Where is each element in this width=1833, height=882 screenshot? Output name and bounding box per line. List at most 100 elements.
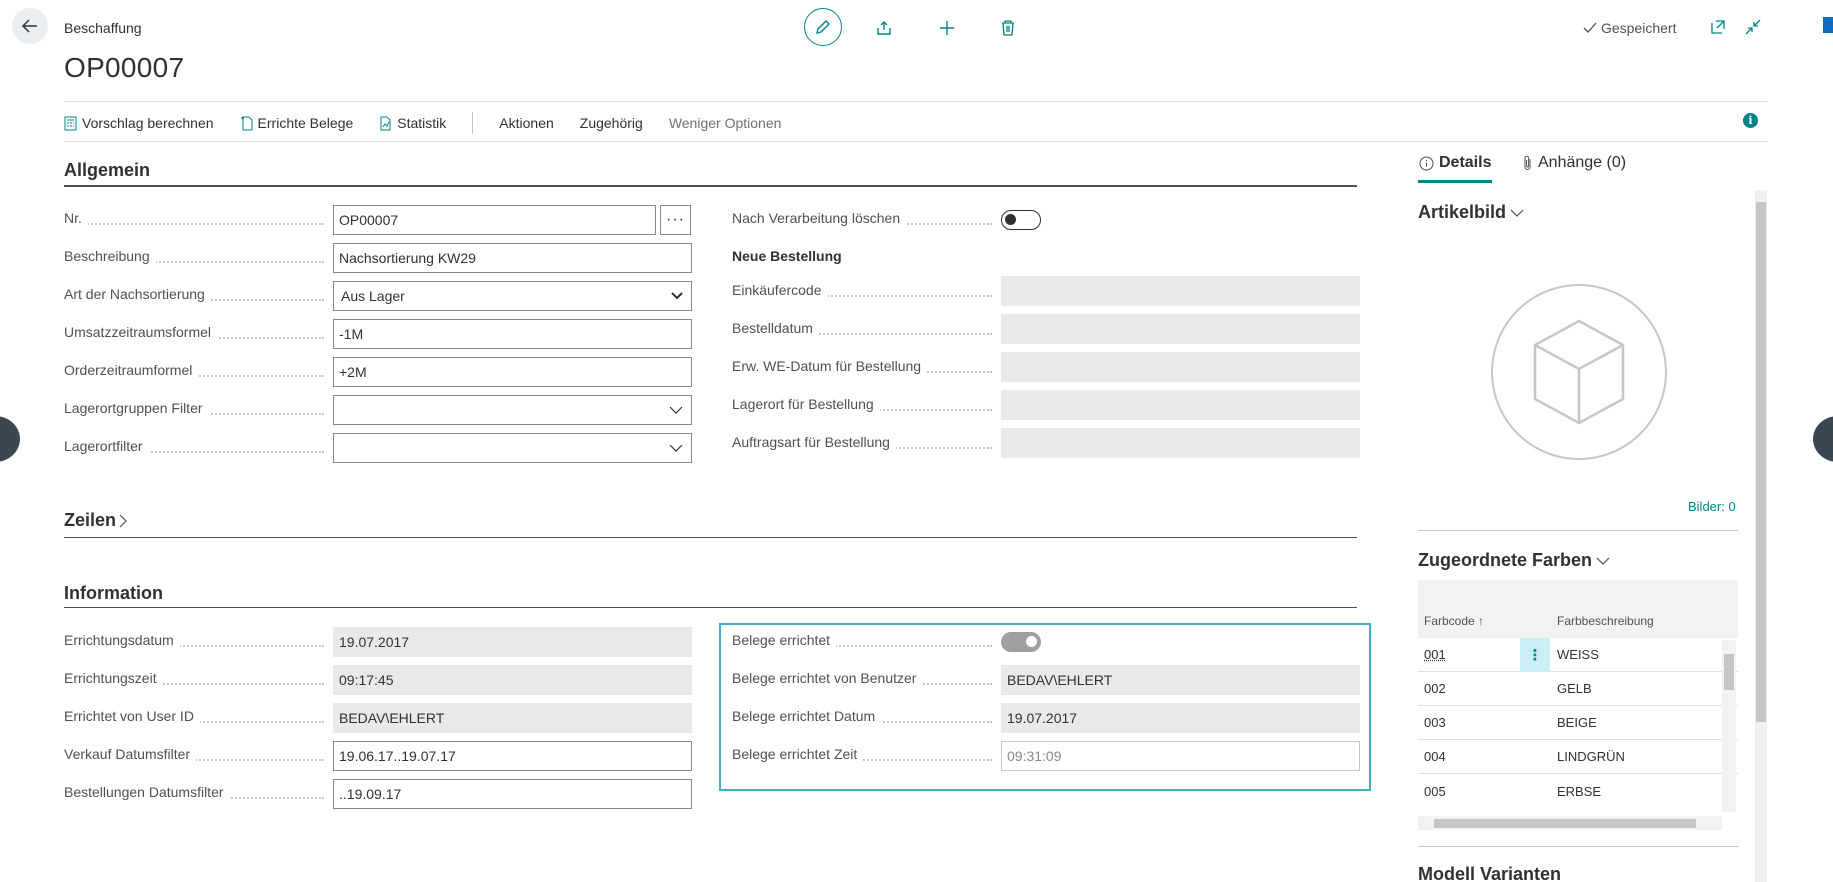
column-header-farbcode[interactable]: Farbcode ↑ <box>1418 614 1552 628</box>
label-errichtet-von: Errichtet von User ID <box>64 708 330 728</box>
grid-header: Farbcode ↑ Farbbeschreibung <box>1418 580 1738 638</box>
belege-zeit-field: 09:31:09 <box>1001 741 1360 771</box>
share-icon <box>877 21 891 35</box>
label-orderzeitraum: Orderzeitraumformel <box>64 362 330 382</box>
we-datum-field <box>1001 352 1360 382</box>
info-icon[interactable]: i <box>1743 113 1758 128</box>
cell-farbcode[interactable]: 005 <box>1418 784 1552 799</box>
cell-farbcode[interactable]: 002 <box>1418 681 1552 696</box>
orderzeitraum-input[interactable]: +2M <box>333 357 692 387</box>
farben-grid: Farbcode ↑ Farbbeschreibung 001 ⋮ WEISS … <box>1418 580 1738 808</box>
pencil-icon <box>816 20 830 34</box>
menu-actions[interactable]: Aktionen <box>499 115 553 131</box>
umsatzzeitraum-input[interactable]: -1M <box>333 319 692 349</box>
cell-farbcode[interactable]: 003 <box>1418 715 1552 730</box>
new-button[interactable] <box>929 10 965 46</box>
row-menu-button[interactable]: ⋮ <box>1520 638 1550 672</box>
errichtungsdatum-field: 19.07.2017 <box>333 627 692 657</box>
toolbar-top-divider <box>64 101 1768 102</box>
tab-details[interactable]: Details <box>1419 154 1491 172</box>
trash-icon <box>1002 20 1014 36</box>
tab-details-label: Details <box>1439 154 1492 171</box>
chevron-down-icon <box>671 292 683 300</box>
page-title: OP00007 <box>64 52 185 83</box>
label-errichtungsdatum: Errichtungsdatum <box>64 632 330 652</box>
beschreibung-input[interactable]: Nachsortierung KW29 <box>333 243 692 273</box>
menu-related[interactable]: Zugehörig <box>580 115 643 131</box>
paperclip-icon <box>1524 155 1531 170</box>
verkauf-datumsfilter-input[interactable]: 19.06.17..19.07.17 <box>333 741 692 771</box>
neue-bestellung-heading: Neue Bestellung <box>732 248 842 264</box>
table-row[interactable]: 002 GELB <box>1418 672 1738 706</box>
section-title-allgemein[interactable]: Allgemein <box>64 160 150 181</box>
collapse-icon <box>1745 19 1761 35</box>
chevron-down-icon <box>1596 557 1610 565</box>
plus-icon <box>940 21 954 35</box>
table-row[interactable]: 003 BEIGE <box>1418 706 1738 740</box>
section-title-zeilen[interactable]: Zeilen <box>64 510 128 531</box>
lagerortfilter-select[interactable] <box>333 433 692 463</box>
section-divider-zeilen <box>64 537 1357 538</box>
factbox-divider <box>1418 846 1738 847</box>
nr-input[interactable]: OP00007 <box>333 205 656 235</box>
next-record-button[interactable] <box>1813 416 1833 462</box>
cell-farbcode[interactable]: 004 <box>1418 749 1552 764</box>
label-belege-datum: Belege errichtet Datum <box>732 708 998 728</box>
bestellungen-datumsfilter-input[interactable]: ..19.09.17 <box>333 779 692 809</box>
tab-attachments[interactable]: Anhänge (0) <box>1523 154 1626 172</box>
delete-button[interactable] <box>990 10 1026 46</box>
tab-attachments-label: Anhänge (0) <box>1538 154 1627 171</box>
column-header-farbbeschreibung[interactable]: Farbbeschreibung <box>1552 614 1654 628</box>
factbox-divider <box>1418 530 1738 531</box>
label-art-nachsortierung: Art der Nachsortierung <box>64 286 330 306</box>
edit-button[interactable] <box>804 8 842 46</box>
grid-vertical-scroll-thumb[interactable] <box>1724 654 1734 690</box>
chevron-down-icon <box>1510 209 1524 217</box>
artikelbild-title[interactable]: Artikelbild <box>1418 202 1524 223</box>
bilder-count[interactable]: Bilder: 0 <box>1688 499 1736 514</box>
table-row[interactable]: 001 ⋮ WEISS <box>1418 638 1738 672</box>
label-bestellungen-datumsfilter: Bestellungen Datumsfilter <box>64 784 330 804</box>
chevron-down-icon <box>669 406 683 414</box>
create-documents-button[interactable]: Errichte Belege <box>240 115 354 131</box>
previous-record-button[interactable] <box>0 416 20 462</box>
nach-verarbeitung-toggle[interactable] <box>1001 210 1041 230</box>
section-title-information[interactable]: Information <box>64 583 163 604</box>
open-new-window-button[interactable] <box>1700 9 1736 45</box>
toolbar-separator <box>472 112 474 134</box>
breadcrumb[interactable]: Beschaffung <box>64 20 142 36</box>
vertical-ellipsis-icon: ⋮ <box>1527 647 1543 664</box>
label-errichtungszeit: Errichtungszeit <box>64 670 330 690</box>
label-belege-errichtet: Belege errichtet <box>732 632 998 652</box>
artikelbild-placeholder[interactable] <box>1491 284 1667 460</box>
farben-title[interactable]: Zugeordnete Farben <box>1418 550 1610 571</box>
statistics-label: Statistik <box>397 115 447 131</box>
label-bestelldatum: Bestelldatum <box>732 320 998 340</box>
chart-document-icon <box>380 116 391 130</box>
back-button[interactable] <box>12 8 48 44</box>
calculate-suggestion-button[interactable]: Vorschlag berechnen <box>64 115 214 131</box>
art-nachsortierung-select[interactable]: Aus Lager <box>333 281 692 311</box>
cell-farbbeschreibung: LINDGRÜN <box>1557 749 1625 764</box>
factbox-scroll-thumb[interactable] <box>1756 202 1766 722</box>
table-row[interactable]: 004 LINDGRÜN <box>1418 740 1738 774</box>
ellipsis-icon: ··· <box>666 211 685 228</box>
statistics-button[interactable]: Statistik <box>379 115 446 131</box>
lagerortgruppen-select[interactable] <box>333 395 692 425</box>
share-button[interactable] <box>866 10 902 46</box>
collapse-button[interactable] <box>1735 9 1771 45</box>
toggle-knob <box>1026 636 1037 647</box>
cell-farbbeschreibung: BEIGE <box>1557 715 1597 730</box>
create-documents-label: Errichte Belege <box>257 115 354 131</box>
label-nr: Nr. <box>64 210 330 230</box>
edge-indicator <box>1823 17 1833 33</box>
varianten-title[interactable]: Modell Varianten <box>1418 864 1561 882</box>
menu-fewer-options[interactable]: Weniger Optionen <box>669 115 782 131</box>
cube-icon <box>1533 319 1625 425</box>
chevron-right-icon <box>119 514 127 527</box>
nr-assist-button[interactable]: ··· <box>660 205 691 235</box>
table-row[interactable]: 005 ERBSE <box>1418 774 1738 808</box>
label-nach-verarbeitung: Nach Verarbeitung löschen <box>732 210 998 230</box>
grid-horizontal-scroll-thumb[interactable] <box>1434 819 1696 828</box>
label-verkauf-datumsfilter: Verkauf Datumsfilter <box>64 746 330 766</box>
